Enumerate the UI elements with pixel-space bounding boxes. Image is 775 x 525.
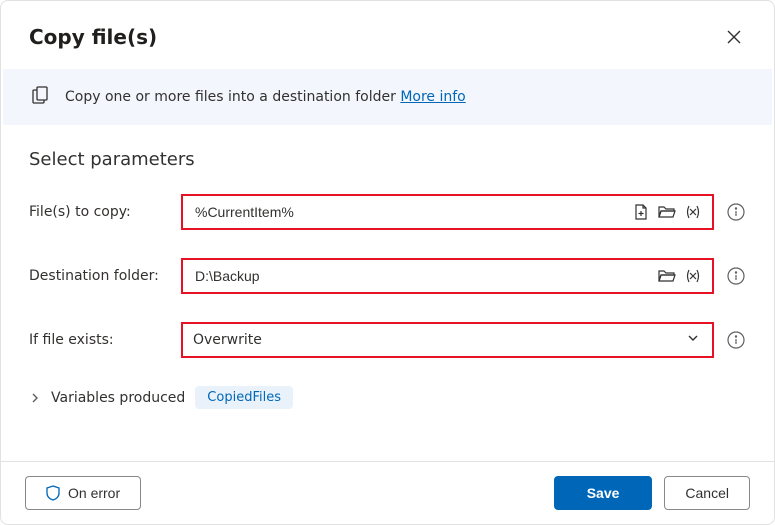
description-text: Copy one or more files into a destinatio… [65, 89, 396, 105]
variable-chip-copiedfiles[interactable]: CopiedFiles [195, 386, 293, 409]
info-icon [727, 203, 745, 221]
files-to-copy-row: File(s) to copy: [29, 194, 746, 230]
section-heading: Select parameters [29, 149, 746, 170]
dialog-title: Copy file(s) [29, 25, 157, 49]
destination-variable-button[interactable] [680, 263, 706, 289]
destination-folder-row: Destination folder: [29, 258, 746, 294]
if-file-exists-row: If file exists: Overwrite [29, 322, 746, 358]
files-to-copy-input[interactable] [193, 203, 628, 221]
copy-files-icon [31, 85, 51, 109]
shield-icon [46, 485, 60, 501]
destination-folder-label: Destination folder: [29, 268, 169, 284]
more-info-link[interactable]: More info [400, 89, 465, 105]
expand-variables-button[interactable] [29, 392, 41, 404]
if-file-exists-label: If file exists: [29, 332, 169, 348]
on-error-button[interactable]: On error [25, 476, 141, 510]
files-to-copy-label: File(s) to copy: [29, 204, 169, 220]
dialog-body: Select parameters File(s) to copy: [1, 125, 774, 461]
chevron-right-icon [29, 392, 41, 404]
files-to-copy-field[interactable] [181, 194, 714, 230]
info-text: Copy one or more files into a destinatio… [65, 89, 466, 105]
cancel-button[interactable]: Cancel [664, 476, 750, 510]
copy-files-dialog: Copy file(s) Copy one or more files into… [0, 0, 775, 525]
variables-produced-label: Variables produced [51, 390, 185, 406]
variable-icon [684, 268, 702, 284]
files-to-copy-info[interactable] [726, 202, 746, 222]
close-icon [727, 30, 741, 44]
variable-picker-button[interactable] [680, 199, 706, 225]
info-icon [727, 331, 745, 349]
variable-icon [684, 204, 702, 220]
chevron-down-icon [686, 331, 700, 349]
dialog-header: Copy file(s) [1, 1, 774, 69]
destination-folder-field[interactable] [181, 258, 714, 294]
folder-open-icon [658, 268, 676, 284]
info-strip: Copy one or more files into a destinatio… [3, 69, 772, 125]
close-button[interactable] [718, 21, 750, 53]
if-file-exists-info[interactable] [726, 330, 746, 350]
select-file-button[interactable] [628, 199, 654, 225]
variables-produced-row: Variables produced CopiedFiles [29, 386, 746, 409]
info-icon [727, 267, 745, 285]
browse-folder-button[interactable] [654, 199, 680, 225]
folder-open-icon [658, 204, 676, 220]
file-add-icon [633, 204, 649, 220]
if-file-exists-select[interactable]: Overwrite [181, 322, 714, 358]
destination-folder-input[interactable] [193, 267, 654, 285]
on-error-label: On error [68, 485, 120, 501]
if-file-exists-value: Overwrite [193, 332, 686, 348]
browse-destination-button[interactable] [654, 263, 680, 289]
dialog-footer: On error Save Cancel [1, 461, 774, 524]
save-button[interactable]: Save [554, 476, 653, 510]
destination-folder-info[interactable] [726, 266, 746, 286]
